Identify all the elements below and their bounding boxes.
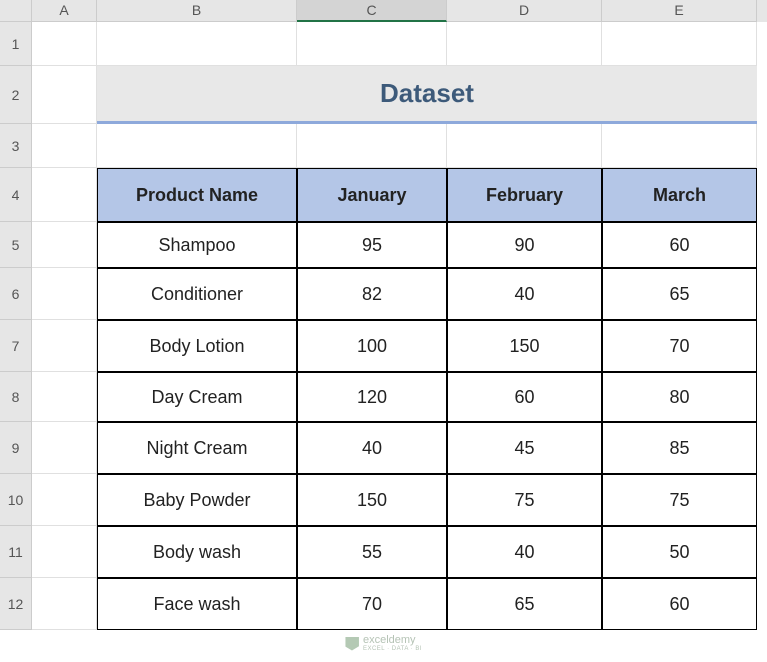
table-cell[interactable]: Body wash: [97, 526, 297, 578]
table-cell[interactable]: 120: [297, 372, 447, 422]
table-cell[interactable]: 82: [297, 268, 447, 320]
table-cell[interactable]: 40: [447, 526, 602, 578]
table-row: Conditioner824065: [97, 268, 757, 320]
header-march[interactable]: March: [602, 168, 757, 222]
table-cell[interactable]: 55: [297, 526, 447, 578]
table-cell[interactable]: 45: [447, 422, 602, 474]
row-header-10[interactable]: 10: [0, 474, 32, 526]
data-table: Product Name January February March Sham…: [97, 168, 757, 630]
table-row: Baby Powder1507575: [97, 474, 757, 526]
table-cell[interactable]: Day Cream: [97, 372, 297, 422]
watermark-brand: exceldemy: [363, 635, 422, 646]
header-product-name[interactable]: Product Name: [97, 168, 297, 222]
row-header-11[interactable]: 11: [0, 526, 32, 578]
watermark: exceldemy EXCEL · DATA · BI: [345, 635, 422, 652]
table-cell[interactable]: 60: [447, 372, 602, 422]
table-cell[interactable]: 75: [447, 474, 602, 526]
table-cell[interactable]: 100: [297, 320, 447, 372]
table-cell[interactable]: 75: [602, 474, 757, 526]
header-january[interactable]: January: [297, 168, 447, 222]
table-cell[interactable]: 65: [447, 578, 602, 630]
column-header-a[interactable]: A: [32, 0, 97, 22]
row-header-2[interactable]: 2: [0, 66, 32, 124]
table-cell[interactable]: Night Cream: [97, 422, 297, 474]
table-row: Body wash554050: [97, 526, 757, 578]
table-cell[interactable]: 65: [602, 268, 757, 320]
table-row: Face wash706560: [97, 578, 757, 630]
table-cell[interactable]: Baby Powder: [97, 474, 297, 526]
select-all-corner[interactable]: [0, 0, 32, 22]
row-header-7[interactable]: 7: [0, 320, 32, 372]
table-cell[interactable]: 40: [297, 422, 447, 474]
table-cell[interactable]: 95: [297, 222, 447, 268]
column-header-b[interactable]: B: [97, 0, 297, 22]
table-cell[interactable]: 150: [297, 474, 447, 526]
table-cell[interactable]: 70: [602, 320, 757, 372]
exceldemy-logo-icon: [345, 637, 359, 651]
header-february[interactable]: February: [447, 168, 602, 222]
table-cell[interactable]: 70: [297, 578, 447, 630]
column-header-c[interactable]: C: [297, 0, 447, 22]
column-headers-row: A B C D E: [0, 0, 767, 22]
row-header-4[interactable]: 4: [0, 168, 32, 222]
column-header-e[interactable]: E: [602, 0, 757, 22]
row-header-1[interactable]: 1: [0, 22, 32, 66]
row-header-3[interactable]: 3: [0, 124, 32, 168]
table-cell[interactable]: Body Lotion: [97, 320, 297, 372]
table-cell[interactable]: Face wash: [97, 578, 297, 630]
spreadsheet: A B C D E 1 2 3 4 5 6 7 8 9 10 11 12: [0, 0, 767, 630]
table-cell[interactable]: 90: [447, 222, 602, 268]
table-row: Body Lotion10015070: [97, 320, 757, 372]
table-cell[interactable]: 50: [602, 526, 757, 578]
row-header-6[interactable]: 6: [0, 268, 32, 320]
table-cell[interactable]: 85: [602, 422, 757, 474]
table-cell[interactable]: 40: [447, 268, 602, 320]
table-row: Night Cream404585: [97, 422, 757, 474]
grid-body: 1 2 3 4 5 6 7 8 9 10 11 12 Datase: [0, 22, 767, 630]
row-header-5[interactable]: 5: [0, 222, 32, 268]
table-row: Day Cream1206080: [97, 372, 757, 422]
table-cell[interactable]: 80: [602, 372, 757, 422]
row-headers-column: 1 2 3 4 5 6 7 8 9 10 11 12: [0, 22, 32, 630]
table-cell[interactable]: 60: [602, 222, 757, 268]
watermark-tagline: EXCEL · DATA · BI: [363, 646, 422, 652]
row-header-8[interactable]: 8: [0, 372, 32, 422]
grid-cells[interactable]: Dataset Product Name January February Ma…: [32, 22, 767, 630]
table-cell[interactable]: Shampoo: [97, 222, 297, 268]
row-header-12[interactable]: 12: [0, 578, 32, 630]
table-cell[interactable]: Conditioner: [97, 268, 297, 320]
row-header-9[interactable]: 9: [0, 422, 32, 474]
table-row: Shampoo959060: [97, 222, 757, 268]
table-cell[interactable]: 150: [447, 320, 602, 372]
dataset-title[interactable]: Dataset: [97, 66, 757, 124]
column-header-d[interactable]: D: [447, 0, 602, 22]
table-header-row: Product Name January February March: [97, 168, 757, 222]
table-cell[interactable]: 60: [602, 578, 757, 630]
